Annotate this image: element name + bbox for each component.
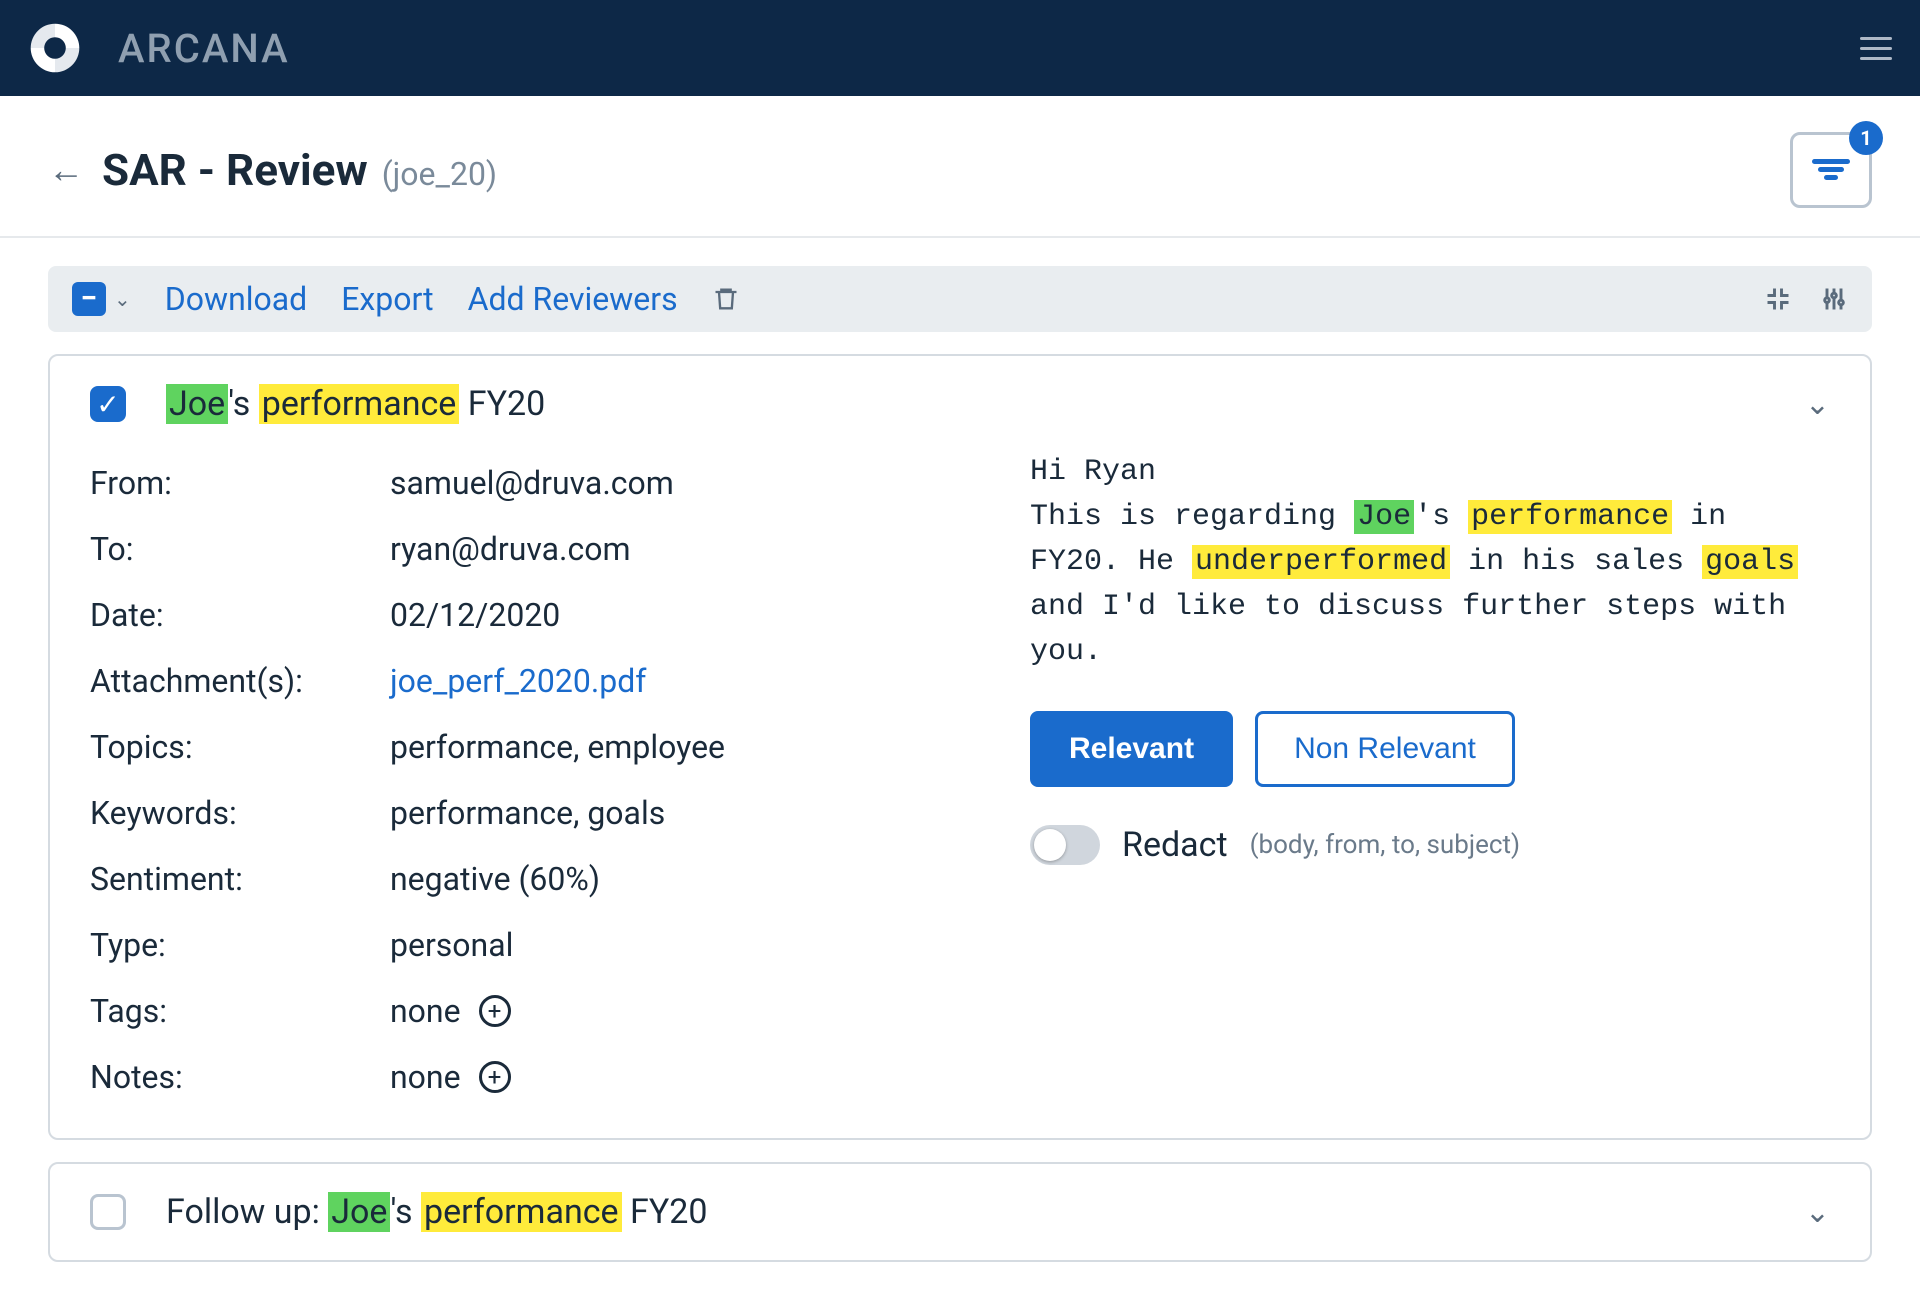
attachment-link[interactable]: joe_perf_2020.pdf	[390, 662, 646, 700]
page-subtitle: (joe_20)	[382, 155, 497, 193]
notes-value: none+	[390, 1058, 511, 1096]
email-body: Hi Ryan This is regarding Joe's performa…	[1030, 450, 1830, 675]
item-checkbox[interactable]	[90, 1194, 126, 1230]
sentiment-label: Sentiment:	[90, 860, 390, 898]
highlight-keyword: performance	[421, 1192, 622, 1232]
action-buttons: Relevant Non Relevant	[1030, 711, 1830, 787]
result-card-2: Follow up: Joe's performance FY20 ⌄	[48, 1162, 1872, 1262]
type-label: Type:	[90, 926, 390, 964]
delete-icon[interactable]	[712, 283, 740, 315]
topics-label: Topics:	[90, 728, 390, 766]
keywords-value: performance, goals	[390, 794, 665, 832]
select-all-group: − ⌄	[72, 282, 131, 316]
page-title: SAR - Review	[102, 144, 368, 196]
metadata-column: From:samuel@druva.com To:ryan@druva.com …	[90, 450, 970, 1110]
filter-button[interactable]: 1	[1790, 132, 1872, 208]
redact-row: Redact (body, from, to, subject)	[1030, 825, 1830, 865]
item-title: Follow up: Joe's performance FY20	[166, 1192, 707, 1232]
from-label: From:	[90, 464, 390, 502]
content-area: − ⌄ Download Export Add Reviewers ✓ J	[0, 238, 1920, 1290]
item-title: Joe's performance FY20	[166, 384, 545, 424]
menu-icon[interactable]	[1860, 30, 1892, 67]
tags-value: none+	[390, 992, 511, 1030]
item-checkbox[interactable]: ✓	[90, 386, 126, 422]
collapse-chevron-icon[interactable]: ⌄	[1805, 387, 1830, 422]
to-label: To:	[90, 530, 390, 568]
highlight-keyword: performance	[259, 384, 460, 424]
page-header: ← SAR - Review (joe_20) 1	[0, 96, 1920, 238]
expand-chevron-icon[interactable]: ⌄	[1805, 1195, 1830, 1230]
sentiment-value: negative (60%)	[390, 860, 600, 898]
select-dropdown-chevron-icon[interactable]: ⌄	[114, 287, 131, 311]
attachment-label: Attachment(s):	[90, 662, 390, 700]
to-value: ryan@druva.com	[390, 530, 631, 568]
settings-sliders-icon[interactable]	[1820, 285, 1848, 313]
add-reviewers-button[interactable]: Add Reviewers	[468, 280, 678, 318]
email-greeting: Hi Ryan	[1030, 450, 1830, 495]
toolbar: − ⌄ Download Export Add Reviewers	[48, 266, 1872, 332]
topbar: ARCANA	[0, 0, 1920, 96]
highlight-keyword: goals	[1702, 545, 1798, 579]
select-all-checkbox[interactable]: −	[72, 282, 106, 316]
page-title-block: SAR - Review (joe_20)	[102, 144, 497, 196]
redact-hint: (body, from, to, subject)	[1250, 830, 1520, 860]
collapse-icon[interactable]	[1764, 285, 1792, 313]
highlight-keyword: performance	[1468, 500, 1672, 534]
relevant-button[interactable]: Relevant	[1030, 711, 1233, 787]
highlight-name: Joe	[328, 1192, 390, 1232]
keywords-label: Keywords:	[90, 794, 390, 832]
topbar-left: ARCANA	[28, 21, 290, 75]
back-arrow-icon[interactable]: ←	[48, 152, 84, 188]
download-button[interactable]: Download	[165, 280, 307, 318]
type-value: personal	[390, 926, 513, 964]
notes-label: Notes:	[90, 1058, 390, 1096]
add-tag-icon[interactable]: +	[479, 995, 511, 1027]
date-label: Date:	[90, 596, 390, 634]
export-button[interactable]: Export	[341, 280, 433, 318]
from-value: samuel@druva.com	[390, 464, 674, 502]
non-relevant-button[interactable]: Non Relevant	[1255, 711, 1515, 787]
highlight-keyword: underperformed	[1192, 545, 1450, 579]
app-logo-icon	[28, 21, 82, 75]
redact-toggle[interactable]	[1030, 825, 1100, 865]
filter-badge: 1	[1849, 121, 1883, 155]
add-note-icon[interactable]: +	[479, 1061, 511, 1093]
filter-icon	[1812, 156, 1850, 184]
tags-label: Tags:	[90, 992, 390, 1030]
date-value: 02/12/2020	[390, 596, 560, 634]
result-card-1: ✓ Joe's performance FY20 ⌄ From:samuel@d…	[48, 354, 1872, 1140]
page-header-left: ← SAR - Review (joe_20)	[48, 144, 497, 196]
topics-value: performance, employee	[390, 728, 725, 766]
highlight-name: Joe	[166, 384, 228, 424]
body-column: Hi Ryan This is regarding Joe's performa…	[1030, 450, 1830, 1110]
brand-name: ARCANA	[118, 25, 290, 72]
email-content-line: This is regarding Joe's performance in F…	[1030, 495, 1830, 675]
redact-label: Redact	[1122, 825, 1228, 865]
highlight-name: Joe	[1354, 500, 1414, 534]
